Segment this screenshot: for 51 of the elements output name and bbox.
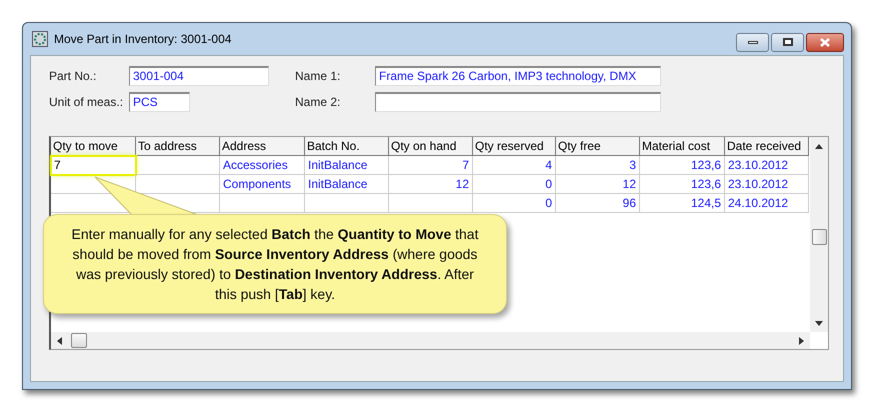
column-header[interactable]: Date received (725, 137, 809, 156)
text-field[interactable]: 3001-004 (129, 66, 269, 86)
table-cell: InitBalance (305, 175, 389, 194)
column-header[interactable]: Qty on hand (389, 137, 473, 156)
vertical-scrollbar[interactable] (810, 137, 828, 332)
scroll-left-icon[interactable] (57, 336, 62, 344)
text-field[interactable]: PCS (129, 92, 190, 112)
table-cell: 0 (473, 194, 556, 213)
table-cell: 124,5 (640, 194, 725, 213)
close-icon (820, 38, 830, 46)
column-header[interactable]: Qty to move (51, 137, 136, 156)
text-field[interactable] (375, 92, 661, 112)
column-header[interactable]: Qty free (556, 137, 640, 156)
column-header[interactable]: Qty reserved (473, 137, 556, 156)
horizontal-scrollbar[interactable] (51, 332, 810, 349)
scrollbar-thumb[interactable] (71, 333, 87, 348)
app-icon (32, 31, 48, 47)
table-cell: 123,6 (640, 156, 725, 175)
table-cell: 23.10.2012 (725, 175, 809, 194)
scroll-right-icon[interactable] (799, 336, 804, 344)
field-label: Name 1: (295, 68, 342, 85)
field-label: Name 2: (295, 94, 342, 111)
table-cell: Components (220, 175, 305, 194)
text-field[interactable]: Frame Spark 26 Carbon, IMP3 technology, DMX (375, 66, 661, 86)
column-header[interactable]: Material cost (640, 137, 725, 156)
scroll-up-icon[interactable] (815, 144, 823, 149)
table-cell: 96 (556, 194, 640, 213)
table-cell: 12 (389, 175, 473, 194)
table-cell: 123,6 (640, 175, 725, 194)
column-header[interactable]: To address (136, 137, 220, 156)
column-header[interactable]: Address (220, 137, 305, 156)
maximize-button[interactable] (771, 32, 804, 52)
scroll-down-icon[interactable] (815, 321, 823, 326)
window-title: Move Part in Inventory: 3001-004 (54, 31, 232, 48)
table-cell: InitBalance (305, 156, 389, 175)
table-cell: 4 (473, 156, 556, 175)
table-cell: 3 (556, 156, 640, 175)
minimize-button[interactable] (736, 32, 769, 52)
table-cell: 7 (389, 156, 473, 175)
table-cell: 12 (556, 175, 640, 194)
close-button[interactable] (806, 32, 844, 52)
scrollbar-thumb[interactable] (812, 229, 826, 245)
table-cell: 0 (473, 175, 556, 194)
callout-text: Enter manually for any selected Batch the Quantity to Move that should be moved from Source Inventory Address (where goods was previously stored) to Destination Inventory Address. After this push [Tab] key. (70, 225, 480, 304)
column-header[interactable]: Batch No. (305, 137, 389, 156)
field-label: Part No.: (49, 68, 98, 85)
table-cell: 23.10.2012 (725, 156, 809, 175)
field-label: Unit of meas.: (49, 94, 124, 111)
table-cell: Accessories (220, 156, 305, 175)
table-cell: 24.10.2012 (725, 194, 809, 213)
quantity-input-cell[interactable]: 7 (51, 156, 136, 175)
